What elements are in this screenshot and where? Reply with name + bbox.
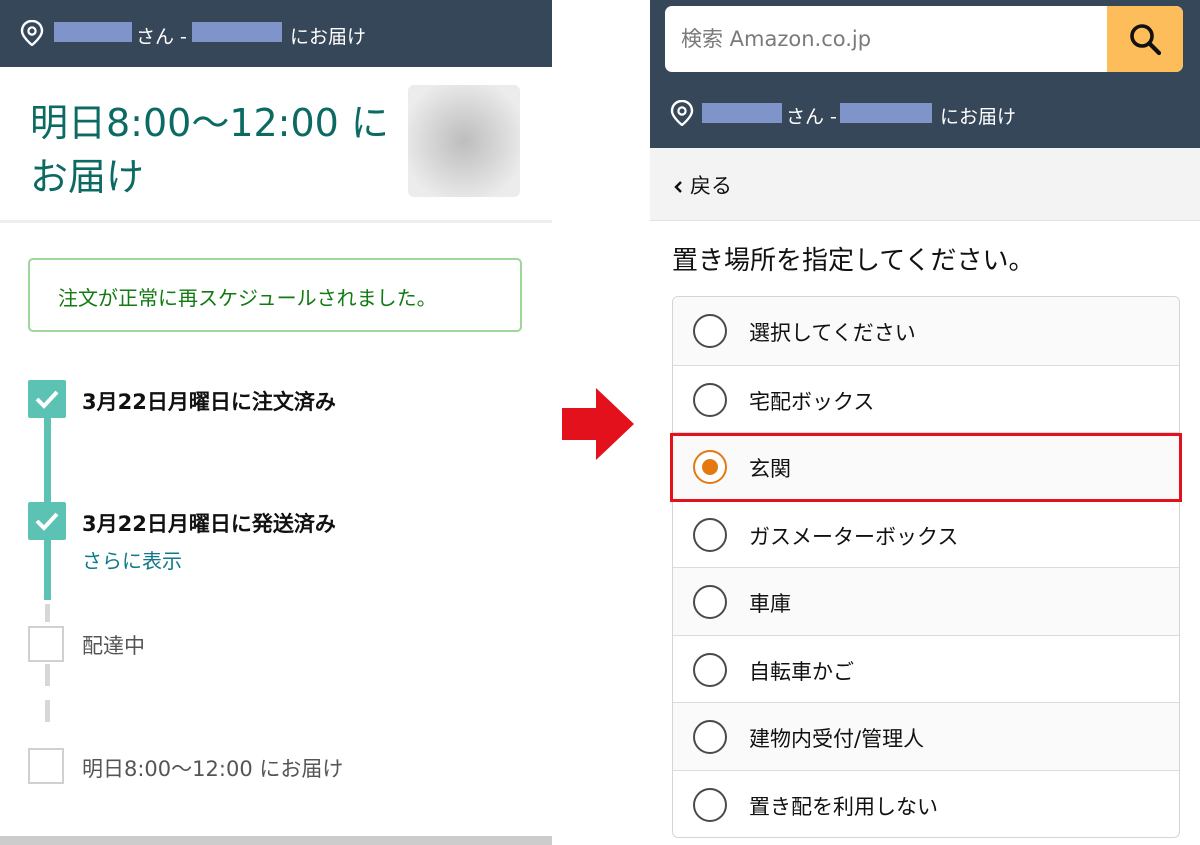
check-icon <box>35 390 59 409</box>
header: さん - にお届け <box>650 0 1200 148</box>
redacted-address <box>840 103 932 123</box>
success-alert: 注文が正常に再スケジュールされました。 <box>28 258 522 332</box>
check-icon <box>35 512 59 531</box>
arrow-right-icon <box>562 388 634 460</box>
nav-deliver-to: にお届け <box>290 26 367 48</box>
redacted-address <box>192 22 282 42</box>
option-label: 置き配を利用しない <box>749 794 938 819</box>
back-label: 戻る <box>690 174 732 198</box>
back-button[interactable]: 戻る <box>650 148 1200 221</box>
redacted-name <box>702 103 782 123</box>
search-bar <box>665 6 1183 72</box>
search-input[interactable] <box>665 6 1105 72</box>
option-label: 選択してください <box>749 321 916 345</box>
timeline-dash <box>45 700 50 722</box>
option-label: 自転車かご <box>749 659 854 684</box>
step-in-transit-checkbox <box>28 626 64 662</box>
drop-off-location-panel: さん - にお届け 戻る 置き場所を指定してください。 選択してください 宅配ボ… <box>650 0 1200 845</box>
location-pin-icon <box>670 100 694 126</box>
order-status-panel: さん - にお届け 明日8:00〜12:00 にお届け 注文が正常に再スケジュー… <box>0 0 552 845</box>
option-delivery-box[interactable]: 宅配ボックス <box>673 364 1179 433</box>
option-gas-meter-box[interactable]: ガスメーターボックス <box>673 499 1179 568</box>
option-bicycle-basket[interactable]: 自転車かご <box>673 634 1179 703</box>
delivery-estimate-heading: 明日8:00〜12:00 にお届け <box>30 101 389 199</box>
search-icon <box>1130 24 1162 56</box>
search-button[interactable] <box>1107 6 1183 72</box>
show-more-link[interactable]: さらに表示 <box>82 545 182 574</box>
product-thumbnail[interactable] <box>408 85 520 197</box>
option-label: 宅配ボックス <box>749 389 875 414</box>
delivery-address-bar[interactable]: さん - にお届け <box>0 0 552 67</box>
option-garage[interactable]: 車庫 <box>673 567 1179 635</box>
step-shipped-checkbox <box>28 502 66 540</box>
nav-deliver-to: にお届け <box>940 106 1017 128</box>
step-in-transit-label: 配達中 <box>82 634 145 658</box>
drop-off-options: 選択してください 宅配ボックス 玄関 ガスメーターボックス 車庫 自転車かご 建… <box>672 296 1180 838</box>
radio-button[interactable] <box>693 652 727 687</box>
radio-button[interactable] <box>693 787 727 822</box>
location-pin-icon <box>20 20 44 46</box>
redacted-name <box>54 22 132 42</box>
step-delivery-checkbox <box>28 748 64 784</box>
nav-name-suffix: さん - <box>136 26 187 48</box>
step-ordered-label: 3月22日月曜日に注文済み <box>82 390 336 414</box>
back-row: 戻る <box>672 170 732 200</box>
bottom-divider <box>0 836 552 845</box>
radio-button[interactable] <box>693 314 727 348</box>
timeline-dash <box>45 604 50 622</box>
option-label: 車庫 <box>749 592 791 616</box>
timeline-dash <box>45 664 50 686</box>
section-divider <box>0 220 552 223</box>
step-ordered-checkbox <box>28 380 66 418</box>
option-select-prompt[interactable]: 選択してください <box>673 297 1179 365</box>
step-shipped-label: 3月22日月曜日に発送済み <box>82 512 336 536</box>
nav-name-suffix: さん - <box>786 106 837 128</box>
option-label: ガスメーターボックス <box>749 524 959 549</box>
success-message: 注文が正常に再スケジュールされました。 <box>58 286 437 310</box>
location-prompt: 置き場所を指定してください。 <box>672 246 1035 276</box>
radio-button[interactable] <box>693 585 727 619</box>
radio-button[interactable] <box>693 720 727 754</box>
option-building-reception[interactable]: 建物内受付/管理人 <box>673 702 1179 770</box>
option-label: 建物内受付/管理人 <box>749 727 925 751</box>
radio-button[interactable] <box>693 382 727 417</box>
chevron-left-icon <box>674 181 682 193</box>
option-no-drop-off[interactable]: 置き配を利用しない <box>673 769 1179 838</box>
radio-button[interactable] <box>693 517 727 552</box>
step-delivery-label: 明日8:00〜12:00 にお届け <box>82 757 344 781</box>
selection-highlight <box>670 433 1182 502</box>
